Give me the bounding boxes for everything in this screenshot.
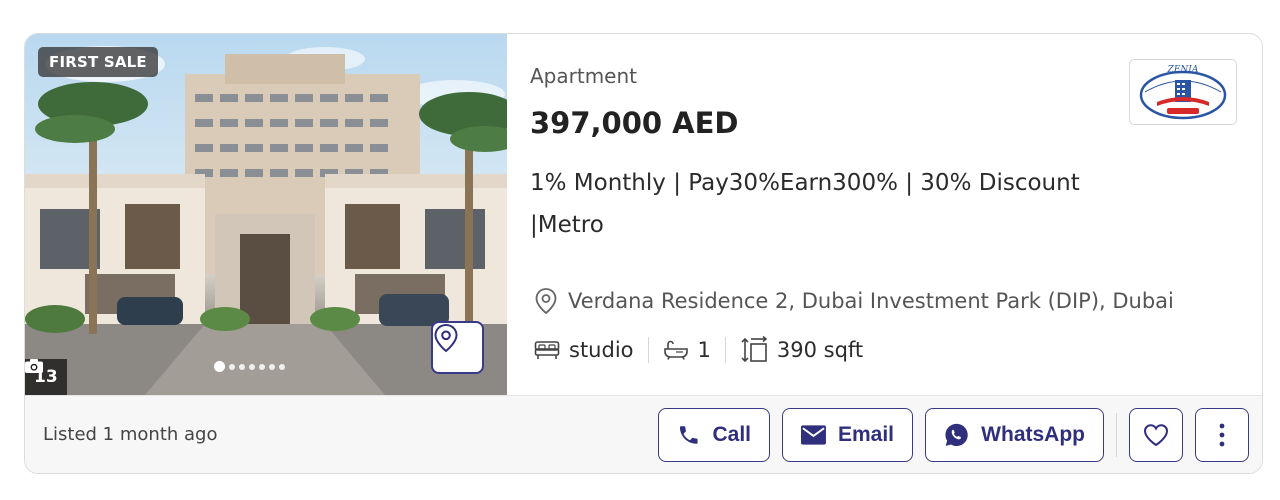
first-sale-badge: FIRST SALE [38, 47, 158, 77]
property-type: Apartment [530, 64, 638, 88]
email-label: Email [837, 423, 894, 446]
spec-divider [647, 337, 649, 363]
bedrooms-value: studio [569, 338, 634, 362]
property-photo[interactable]: FIRST SALE 13 [25, 34, 507, 395]
listing-details[interactable]: Apartment 397,000 AED 1% Monthly | Pay30… [530, 34, 1262, 395]
whatsapp-label: WhatsApp [981, 423, 1085, 446]
bed-icon [534, 341, 560, 359]
svg-text:ZENIA: ZENIA [1167, 65, 1199, 75]
photo-count-badge[interactable]: 13 [25, 359, 67, 395]
more-options-button[interactable] [1195, 408, 1249, 462]
carousel-dot[interactable] [239, 363, 245, 370]
spec-divider [724, 337, 726, 363]
agency-logo-image: ZENIA [1139, 65, 1227, 120]
location-pin-icon [535, 288, 557, 315]
heart-icon [1143, 424, 1169, 447]
price: 397,000 AED [530, 106, 739, 140]
area-spec: 390 sqft [740, 336, 863, 364]
map-view-button[interactable] [431, 321, 484, 374]
bathrooms-value: 1 [697, 338, 711, 362]
location-pin-icon [434, 323, 458, 353]
contact-actions: Call Email WhatsApp [658, 408, 1249, 462]
area-icon [741, 336, 768, 363]
area-value: 390 sqft [776, 338, 864, 362]
carousel-dot[interactable] [229, 363, 235, 370]
property-specs: studio 1 390 sqft [534, 336, 863, 364]
carousel-dot[interactable] [214, 361, 225, 372]
bedrooms-spec: studio [534, 338, 634, 362]
bathrooms-spec: 1 [663, 338, 711, 362]
agency-logo[interactable]: ZENIA [1129, 59, 1237, 125]
bathtub-icon [663, 340, 688, 360]
location-text: Verdana Residence 2, Dubai Investment Pa… [568, 289, 1174, 313]
camera-icon [25, 359, 43, 373]
envelope-icon [801, 425, 826, 445]
carousel-dot[interactable] [269, 363, 275, 370]
call-label: Call [712, 423, 751, 446]
carousel-dots[interactable] [214, 361, 285, 372]
whatsapp-button[interactable]: WhatsApp [925, 408, 1104, 462]
property-card[interactable]: FIRST SALE 13 Apartment 397,000 AED 1% M… [24, 33, 1263, 474]
phone-icon [679, 426, 698, 444]
whatsapp-icon [945, 423, 968, 447]
more-vertical-icon [1219, 423, 1225, 447]
favorite-button[interactable] [1129, 408, 1183, 462]
carousel-dot[interactable] [249, 363, 255, 370]
carousel-dot[interactable] [259, 363, 265, 370]
carousel-dot[interactable] [279, 363, 285, 370]
listing-headline[interactable]: 1% Monthly | Pay30%Earn300% | 30% Discou… [530, 162, 1110, 246]
actions-divider [1116, 413, 1117, 457]
call-button[interactable]: Call [658, 408, 770, 462]
email-button[interactable]: Email [782, 408, 913, 462]
listed-date: Listed 1 month ago [43, 424, 218, 445]
property-location: Verdana Residence 2, Dubai Investment Pa… [534, 287, 1174, 315]
card-footer: Listed 1 month ago Call Email WhatsApp [25, 395, 1262, 473]
